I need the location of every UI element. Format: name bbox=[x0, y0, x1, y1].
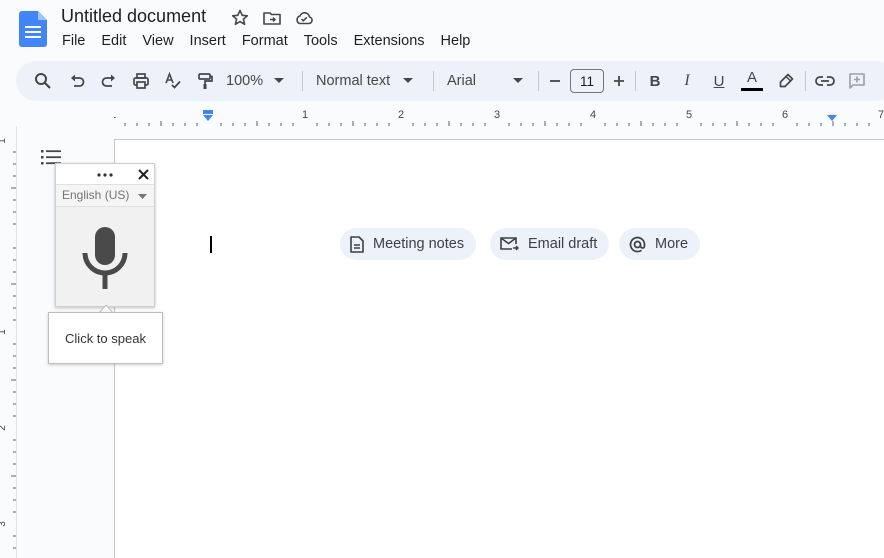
zoom-value: 100% bbox=[226, 73, 264, 89]
menu-help[interactable]: Help bbox=[433, 31, 479, 53]
text-cursor bbox=[210, 236, 212, 253]
search-menus-button[interactable] bbox=[32, 61, 54, 101]
right-indent-marker[interactable] bbox=[827, 115, 837, 121]
increase-font-size-button[interactable] bbox=[611, 61, 627, 101]
paragraph-style-select[interactable]: Normal text bbox=[316, 61, 419, 101]
drag-handle-icon[interactable] bbox=[97, 173, 113, 177]
underline-button[interactable]: U bbox=[709, 61, 729, 101]
document-page[interactable] bbox=[114, 139, 884, 558]
chip-label: Email draft bbox=[528, 236, 598, 252]
ruler-label: 3 bbox=[0, 521, 8, 527]
font-family-select[interactable]: Arial bbox=[447, 61, 527, 101]
ruler-divider bbox=[16, 126, 17, 558]
horizontal-ruler[interactable]: 1 1 2 3 4 5 6 7 bbox=[114, 106, 884, 126]
document-icon bbox=[350, 235, 364, 253]
redo-button[interactable] bbox=[98, 61, 120, 101]
chevron-down-icon bbox=[403, 78, 414, 83]
menu-file[interactable]: File bbox=[54, 31, 93, 53]
ruler-label: 2 bbox=[0, 425, 8, 431]
decrease-font-size-button[interactable] bbox=[547, 61, 563, 101]
increase-font-icon bbox=[614, 76, 624, 86]
cloud-saved-icon[interactable] bbox=[294, 8, 314, 28]
paint-format-icon bbox=[198, 73, 213, 89]
font-size-input[interactable]: 11 bbox=[570, 69, 604, 93]
ruler-label: 3 bbox=[494, 109, 500, 121]
ruler-label: 1 bbox=[0, 329, 8, 335]
menu-edit[interactable]: Edit bbox=[93, 31, 134, 53]
paragraph-style-value: Normal text bbox=[316, 73, 391, 89]
ruler-label: 1 bbox=[0, 138, 8, 144]
docs-logo-icon[interactable] bbox=[19, 11, 47, 47]
ruler-label: 4 bbox=[590, 109, 596, 121]
highlight-icon bbox=[779, 73, 794, 88]
text-color-icon: A bbox=[746, 69, 757, 86]
menu-tools[interactable]: Tools bbox=[296, 31, 346, 53]
toolbar: 100% Normal text Arial 11 B I U A bbox=[16, 61, 884, 101]
font-family-value: Arial bbox=[447, 73, 477, 89]
menu-bar: File Edit View Insert Format Tools Exten… bbox=[54, 31, 478, 53]
ruler-label: 5 bbox=[686, 109, 692, 121]
email-draft-chip[interactable]: Email draft bbox=[490, 228, 610, 260]
add-comment-button[interactable] bbox=[846, 61, 868, 101]
add-comment-icon bbox=[849, 73, 865, 89]
italic-button[interactable]: I bbox=[677, 61, 697, 101]
undo-icon bbox=[71, 74, 85, 87]
left-indent-marker[interactable] bbox=[203, 115, 213, 121]
print-icon bbox=[133, 73, 149, 89]
voice-typing-panel: English (US) bbox=[55, 163, 155, 307]
voice-language-select[interactable]: English (US) bbox=[56, 185, 154, 207]
link-icon bbox=[815, 76, 835, 86]
ruler-label: 7 bbox=[878, 109, 884, 121]
vertical-ruler[interactable]: 1 1 2 3 bbox=[0, 126, 16, 558]
chip-label: Meeting notes bbox=[373, 236, 465, 252]
undo-button[interactable] bbox=[66, 61, 88, 101]
chevron-down-icon bbox=[513, 78, 524, 83]
microphone-icon[interactable] bbox=[82, 227, 128, 289]
voice-language-value: English (US) bbox=[62, 188, 130, 202]
bold-button[interactable]: B bbox=[645, 61, 665, 101]
ruler-label: 1 bbox=[302, 109, 308, 121]
decrease-font-icon bbox=[550, 80, 560, 82]
menu-view[interactable]: View bbox=[134, 31, 181, 53]
ruler-label: 6 bbox=[782, 109, 788, 121]
text-color-button[interactable]: A bbox=[740, 61, 764, 101]
print-button[interactable] bbox=[130, 61, 152, 101]
insert-link-button[interactable] bbox=[814, 61, 836, 101]
text-color-swatch bbox=[741, 88, 763, 91]
more-chip[interactable]: More bbox=[619, 228, 701, 260]
chevron-down-icon bbox=[274, 78, 285, 83]
highlight-button[interactable] bbox=[776, 61, 796, 101]
voice-panel-header[interactable] bbox=[56, 164, 154, 185]
menu-insert[interactable]: Insert bbox=[182, 31, 234, 53]
menu-format[interactable]: Format bbox=[234, 31, 296, 53]
click-to-speak-tooltip: Click to speak bbox=[48, 312, 163, 364]
at-sign-icon bbox=[629, 236, 646, 252]
spellcheck-icon bbox=[165, 72, 181, 89]
document-title[interactable]: Untitled document bbox=[61, 6, 206, 27]
menu-extensions[interactable]: Extensions bbox=[346, 31, 433, 53]
zoom-select[interactable]: 100% bbox=[226, 61, 296, 101]
close-icon[interactable] bbox=[138, 169, 149, 180]
redo-icon bbox=[101, 74, 115, 87]
first-line-indent-marker[interactable] bbox=[203, 110, 213, 114]
ruler-label: 2 bbox=[398, 109, 404, 121]
search-icon bbox=[35, 73, 51, 89]
star-icon[interactable] bbox=[230, 8, 250, 28]
paint-format-button[interactable] bbox=[194, 61, 216, 101]
chevron-down-icon bbox=[138, 194, 147, 199]
ruler-label: 1 bbox=[114, 109, 116, 121]
spellcheck-button[interactable] bbox=[162, 61, 184, 101]
chip-label: More bbox=[655, 236, 689, 252]
meeting-notes-chip[interactable]: Meeting notes bbox=[340, 228, 477, 260]
email-icon bbox=[500, 236, 519, 251]
move-folder-icon[interactable] bbox=[262, 8, 282, 28]
